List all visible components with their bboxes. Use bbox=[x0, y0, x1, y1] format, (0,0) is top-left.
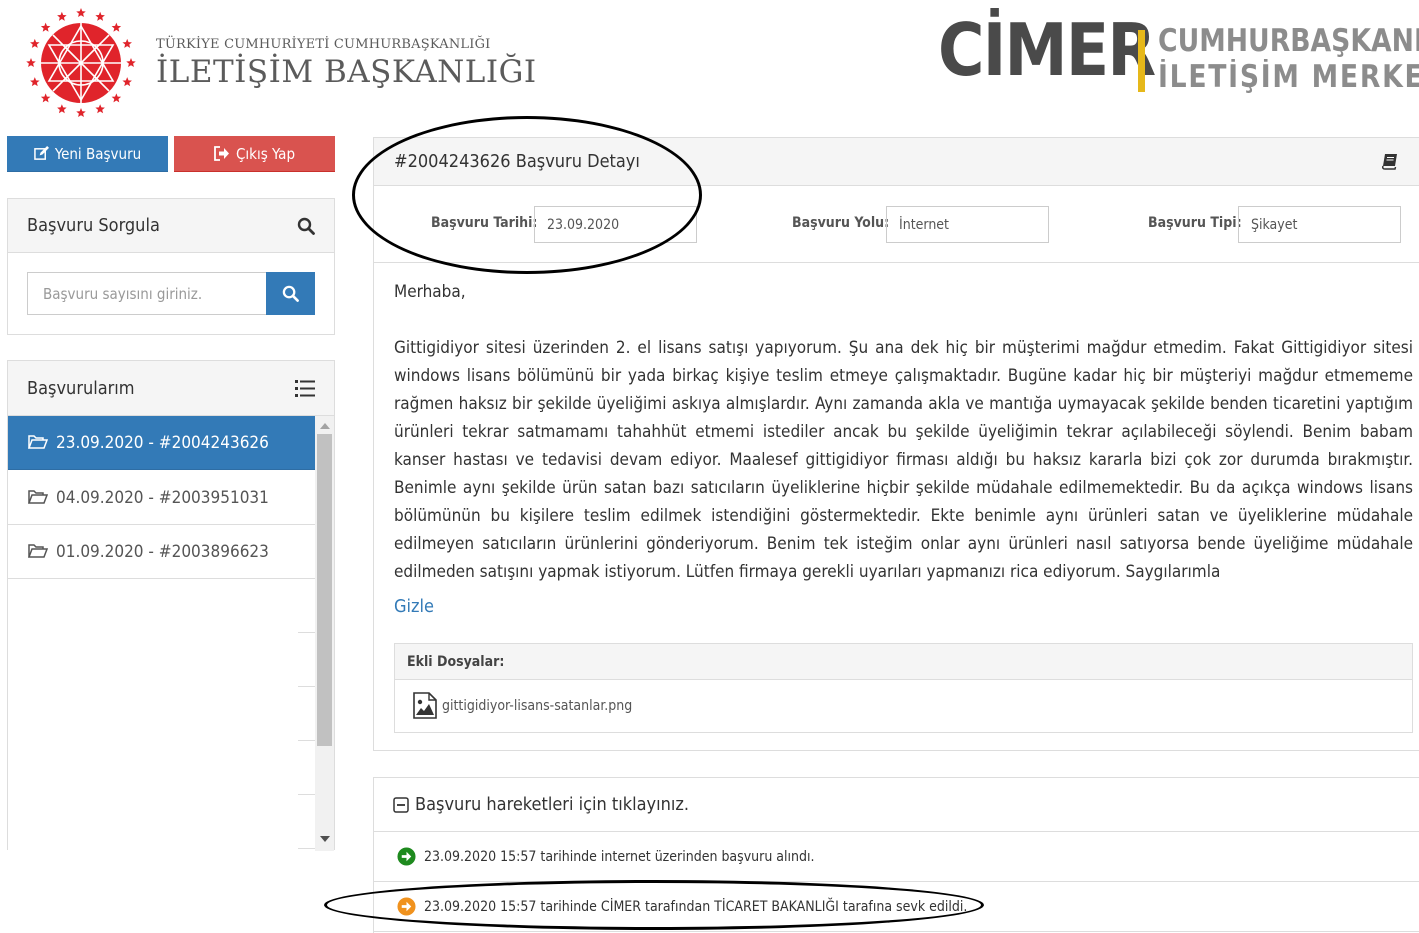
emblem-star bbox=[30, 38, 40, 48]
emblem-star bbox=[122, 38, 132, 48]
search-icon bbox=[297, 217, 315, 235]
emblem-star bbox=[26, 58, 36, 68]
application-list-label: 23.09.2020 - #2004243626 bbox=[56, 432, 269, 453]
book-icon[interactable] bbox=[1382, 153, 1398, 170]
application-list-item[interactable]: 23.09.2020 - #2004243626 bbox=[8, 416, 315, 470]
emblem-star bbox=[122, 77, 132, 87]
logout-button[interactable]: Çıkış Yap bbox=[174, 136, 335, 172]
arrow-circle-right-icon bbox=[397, 897, 416, 916]
type-field[interactable]: Şikayet bbox=[1238, 206, 1401, 243]
detail-title: #2004243626 Başvuru Detayı bbox=[394, 151, 640, 172]
list-divider bbox=[298, 579, 315, 633]
site-header: TÜRKİYE CUMHURİYETİ CUMHURBAŞKANLIĞI İLE… bbox=[0, 0, 1419, 135]
emblem-star bbox=[40, 22, 51, 32]
hide-link[interactable]: Gizle bbox=[394, 596, 434, 617]
history-event-text: 23.09.2020 15:57 tarihinde CİMER tarafın… bbox=[424, 898, 968, 915]
attachment-item[interactable]: gittigidiyor-lisans-satanlar.png bbox=[413, 692, 632, 719]
type-label: Başvuru Tipi: bbox=[1148, 215, 1242, 231]
new-application-label: Yeni Başvuru bbox=[54, 144, 142, 163]
cimer-logo-word: CİMER bbox=[938, 8, 1156, 92]
channel-field[interactable]: İnternet bbox=[886, 206, 1049, 243]
search-panel-title: Başvuru Sorgula bbox=[27, 215, 160, 236]
date-label: Başvuru Tarihi: bbox=[431, 215, 538, 231]
emblem-star bbox=[76, 8, 86, 18]
folder-open-icon bbox=[28, 544, 48, 558]
emblem-star bbox=[40, 93, 51, 103]
my-applications-heading: Başvurularım bbox=[8, 361, 334, 416]
image-file-icon bbox=[413, 692, 437, 719]
emblem-star bbox=[57, 104, 67, 114]
scroll-up-arrow-icon[interactable] bbox=[320, 423, 330, 429]
complaint-text: Gittigidiyor sitesi üzerinden 2. el lisa… bbox=[394, 338, 1413, 582]
history-event: 23.09.2020 15:57 tarihinde CİMER tarafın… bbox=[374, 882, 1419, 932]
list-icon bbox=[295, 379, 315, 397]
new-application-button[interactable]: Yeni Başvuru bbox=[7, 136, 168, 172]
greeting-text: Merhaba, bbox=[394, 282, 466, 302]
emblem-star bbox=[57, 11, 67, 21]
emblem-star bbox=[111, 22, 122, 32]
emblem-star bbox=[95, 11, 105, 21]
org-name: İLETİŞİM BAŞKANLIĞI bbox=[156, 54, 537, 90]
application-list-label: 01.09.2020 - #2003896623 bbox=[56, 541, 269, 562]
my-applications-title: Başvurularım bbox=[27, 377, 135, 399]
channel-label: Başvuru Yolu: bbox=[792, 215, 890, 231]
attachments-box: Ekli Dosyalar: gittigidiyor-lisans-satan… bbox=[394, 643, 1413, 733]
attachments-heading: Ekli Dosyalar: bbox=[395, 644, 1412, 680]
arrow-circle-right-icon bbox=[397, 847, 416, 866]
cimer-logo-subtitle-1: CUMHURBAŞKANLIĞI bbox=[1158, 23, 1419, 59]
application-list-label: 04.09.2020 - #2003951031 bbox=[56, 487, 269, 508]
list-divider bbox=[298, 633, 315, 687]
application-list-item[interactable]: 01.09.2020 - #2003896623 bbox=[8, 525, 315, 579]
emblem-star bbox=[30, 77, 40, 87]
emblem-star bbox=[76, 108, 86, 118]
presidency-emblem-logo bbox=[26, 8, 136, 118]
list-divider bbox=[298, 741, 315, 795]
application-list-item[interactable]: 04.09.2020 - #2003951031 bbox=[8, 471, 315, 525]
sign-out-icon bbox=[214, 146, 229, 161]
application-number-input[interactable]: Başvuru sayısını giriniz. bbox=[27, 272, 267, 315]
history-event-text: 23.09.2020 15:57 tarihinde internet üzer… bbox=[424, 848, 815, 865]
edit-icon bbox=[34, 146, 49, 160]
cimer-logo-divider bbox=[1138, 30, 1145, 92]
search-panel-heading: Başvuru Sorgula bbox=[8, 199, 334, 253]
detail-meta-row: Başvuru Tarihi: 23.09.2020 Başvuru Yolu:… bbox=[374, 186, 1419, 263]
my-applications-panel: Başvurularım 23.09.2020 - #2004243626 04… bbox=[7, 360, 335, 851]
emblem-star bbox=[126, 58, 136, 68]
scroll-down-arrow-icon[interactable] bbox=[320, 836, 330, 842]
org-name-small: TÜRKİYE CUMHURİYETİ CUMHURBAŞKANLIĞI bbox=[156, 37, 491, 52]
logout-label: Çıkış Yap bbox=[235, 144, 296, 163]
history-toggle[interactable]: Başvuru hareketleri için tıklayınız. bbox=[374, 778, 1419, 832]
application-detail-panel: #2004243626 Başvuru Detayı Başvuru Tarih… bbox=[373, 137, 1419, 751]
detail-heading: #2004243626 Başvuru Detayı bbox=[374, 138, 1419, 186]
folder-open-icon bbox=[28, 435, 48, 449]
folder-open-icon bbox=[28, 490, 48, 504]
list-divider bbox=[298, 795, 315, 849]
emblem-star bbox=[95, 104, 105, 114]
applications-scrollbar[interactable] bbox=[315, 416, 334, 851]
emblem-star bbox=[111, 93, 122, 103]
date-field[interactable]: 23.09.2020 bbox=[534, 206, 697, 243]
minus-square-icon bbox=[393, 796, 409, 813]
search-button[interactable] bbox=[266, 272, 315, 315]
application-body: Merhaba, Gittigidiyor sitesi üzerinden 2… bbox=[394, 278, 1413, 586]
history-event: 23.09.2020 15:57 tarihinde internet üzer… bbox=[374, 832, 1419, 882]
attachment-file-name: gittigidiyor-lisans-satanlar.png bbox=[442, 697, 633, 714]
history-title: Başvuru hareketleri için tıklayınız. bbox=[415, 794, 690, 815]
search-panel: Başvuru Sorgula Başvuru sayısını giriniz… bbox=[7, 198, 335, 335]
cimer-logo-subtitle-2: İLETİŞİM MERKEZİ bbox=[1158, 59, 1419, 95]
search-icon bbox=[282, 285, 299, 302]
application-history-panel: Başvuru hareketleri için tıklayınız. 23.… bbox=[373, 777, 1419, 933]
scrollbar-thumb[interactable] bbox=[317, 434, 332, 746]
list-divider bbox=[298, 687, 315, 741]
